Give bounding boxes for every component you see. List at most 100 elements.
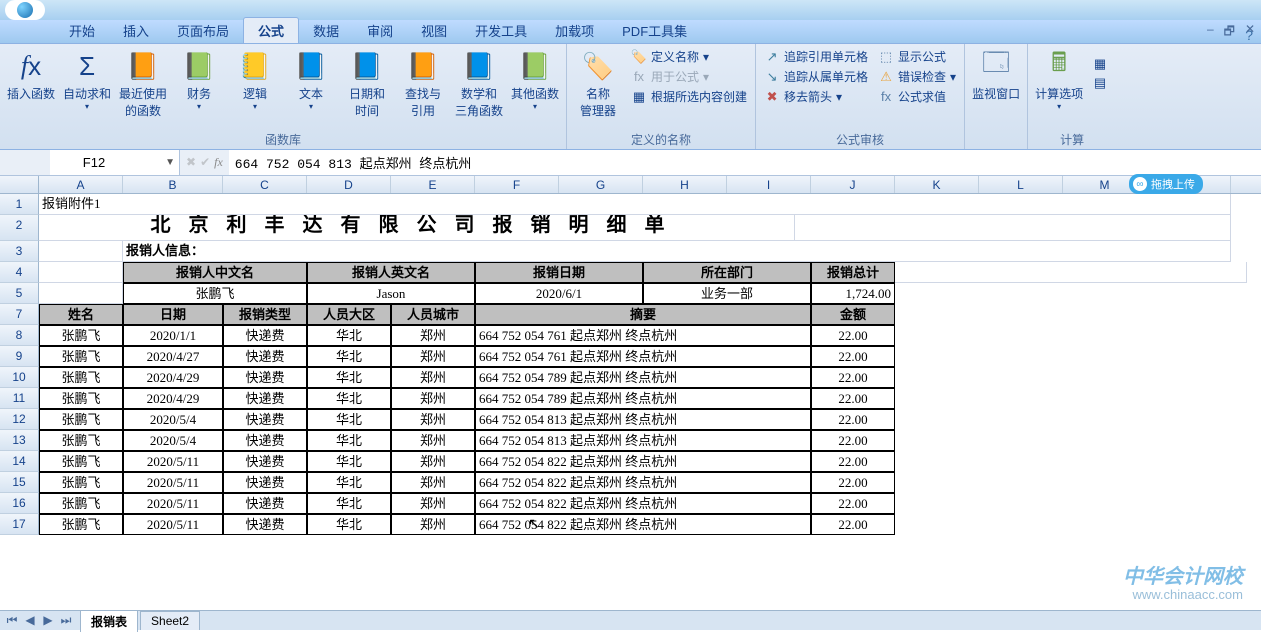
cell[interactable]: 华北	[307, 514, 391, 535]
name-manager-button[interactable]: 🏷️名称 管理器	[571, 47, 625, 121]
cell[interactable]: 22.00	[811, 409, 895, 430]
row-header-1[interactable]: 1	[0, 194, 39, 215]
cell[interactable]: 2020/5/4	[123, 409, 223, 430]
cell[interactable]: 张鹏飞	[39, 367, 123, 388]
cell[interactable]: 报销人中文名	[123, 262, 307, 283]
cell[interactable]: 2020/1/1	[123, 325, 223, 346]
tab-layout[interactable]: 页面布局	[163, 18, 243, 43]
sheet-nav-next[interactable]: ▶	[40, 613, 56, 628]
cell[interactable]: 664 752 054 822 起点郑州 终点杭州	[475, 472, 811, 493]
financial-button[interactable]: 📗财务▾	[172, 47, 226, 113]
tab-data[interactable]: 数据	[299, 18, 353, 43]
cell[interactable]: 2020/5/4	[123, 430, 223, 451]
cell[interactable]: 快递费	[223, 409, 307, 430]
cell[interactable]: 张鹏飞	[123, 283, 307, 304]
cell[interactable]: 华北	[307, 325, 391, 346]
cells-area[interactable]: 报销附件1北京利丰达有限公司报销明细单报销人信息：报销人中文名报销人英文名报销日…	[39, 194, 1261, 535]
col-header-B[interactable]: B	[123, 176, 223, 193]
cell[interactable]: 北京利丰达有限公司报销明细单	[39, 215, 795, 241]
cell[interactable]: 张鹏飞	[39, 346, 123, 367]
cell[interactable]: 摘要	[475, 304, 811, 325]
cell[interactable]: 664 752 054 822 起点郑州 终点杭州	[475, 493, 811, 514]
cell[interactable]: 快递费	[223, 388, 307, 409]
cell[interactable]: 22.00	[811, 325, 895, 346]
office-orb[interactable]	[5, 0, 45, 20]
text-button[interactable]: 📘文本▾	[284, 47, 338, 113]
cell[interactable]: 664 752 054 813 起点郑州 终点杭州	[475, 409, 811, 430]
cell[interactable]: 华北	[307, 409, 391, 430]
cell[interactable]: 22.00	[811, 430, 895, 451]
cell[interactable]: 快递费	[223, 430, 307, 451]
cell[interactable]: Jason	[307, 283, 475, 304]
cell[interactable]: 金额	[811, 304, 895, 325]
cell[interactable]: 日期	[123, 304, 223, 325]
tab-review[interactable]: 审阅	[353, 18, 407, 43]
cell[interactable]: 张鹏飞	[39, 409, 123, 430]
cell[interactable]: 快递费	[223, 493, 307, 514]
col-header-A[interactable]: A	[39, 176, 123, 193]
col-header-K[interactable]: K	[895, 176, 979, 193]
cell[interactable]: 报销日期	[475, 262, 643, 283]
col-header-I[interactable]: I	[727, 176, 811, 193]
error-check-button[interactable]: ⚠错误检查 ▾	[874, 67, 960, 86]
cell[interactable]: 2020/5/11	[123, 472, 223, 493]
cell[interactable]: 664 752 054 789 起点郑州 终点杭州	[475, 388, 811, 409]
cell[interactable]: 华北	[307, 430, 391, 451]
sheet-nav-first[interactable]: ⏮	[4, 613, 20, 628]
autosum-button[interactable]: Σ自动求和▾	[60, 47, 114, 113]
cell[interactable]: 报销类型	[223, 304, 307, 325]
sheet-tab-1[interactable]: 报销表	[80, 610, 138, 632]
cell[interactable]: 22.00	[811, 514, 895, 535]
cell[interactable]: 华北	[307, 472, 391, 493]
cell[interactable]: 快递费	[223, 346, 307, 367]
watch-window-button[interactable]: 🗔监视窗口	[969, 47, 1023, 104]
row-header-3[interactable]: 3	[0, 241, 39, 262]
name-box-wrap[interactable]: ▼	[50, 150, 180, 175]
col-header-D[interactable]: D	[307, 176, 391, 193]
cell[interactable]: 22.00	[811, 493, 895, 514]
cell[interactable]: 郑州	[391, 325, 475, 346]
sheet-nav-last[interactable]: ⏭	[58, 613, 74, 628]
cell[interactable]: 22.00	[811, 451, 895, 472]
cell[interactable]: 快递费	[223, 325, 307, 346]
cell[interactable]: 快递费	[223, 451, 307, 472]
cell[interactable]: 22.00	[811, 367, 895, 388]
cell[interactable]: 郑州	[391, 472, 475, 493]
cell[interactable]: 664 752 054 761 起点郑州 终点杭州	[475, 346, 811, 367]
chevron-down-icon[interactable]: ▼	[165, 157, 175, 168]
lookup-button[interactable]: 📙查找与 引用	[396, 47, 450, 121]
datetime-button[interactable]: 📘日期和 时间	[340, 47, 394, 121]
row-header-9[interactable]: 9	[0, 346, 39, 367]
evaluate-formula-button[interactable]: fx公式求值	[874, 87, 960, 106]
calc-now-button[interactable]: ▦	[1088, 55, 1112, 73]
cancel-icon[interactable]: ✖	[186, 155, 196, 170]
math-button[interactable]: 📘数学和 三角函数	[452, 47, 506, 121]
cell[interactable]: 报销总计	[811, 262, 895, 283]
cell[interactable]: 姓名	[39, 304, 123, 325]
trace-precedents-button[interactable]: ↗追踪引用单元格	[760, 47, 872, 66]
cell[interactable]	[795, 215, 1231, 241]
col-header-L[interactable]: L	[979, 176, 1063, 193]
cell[interactable]: 张鹏飞	[39, 430, 123, 451]
insert-function-button[interactable]: fx插入函数	[4, 47, 58, 104]
row-header-7[interactable]: 7	[0, 304, 39, 325]
cell[interactable]: 张鹏飞	[39, 451, 123, 472]
cell[interactable]: 报销附件1	[39, 194, 1231, 215]
sheet-tab-2[interactable]: Sheet2	[140, 611, 200, 630]
row-header-15[interactable]: 15	[0, 472, 39, 493]
cell[interactable]: 华北	[307, 346, 391, 367]
cell[interactable]: 快递费	[223, 367, 307, 388]
cell[interactable]: 华北	[307, 367, 391, 388]
cell[interactable]: 快递费	[223, 514, 307, 535]
tab-view[interactable]: 视图	[407, 18, 461, 43]
cell[interactable]: 华北	[307, 451, 391, 472]
cell[interactable]: 郑州	[391, 451, 475, 472]
cell[interactable]: 664 752 054 822 起点郑州 终点杭州	[475, 514, 811, 535]
cell[interactable]: 快递费	[223, 472, 307, 493]
cell[interactable]: 2020/6/1	[475, 283, 643, 304]
cell[interactable]: 664 752 054 813 起点郑州 终点杭州	[475, 430, 811, 451]
row-header-12[interactable]: 12	[0, 409, 39, 430]
cell[interactable]: 664 752 054 761 起点郑州 终点杭州	[475, 325, 811, 346]
cell[interactable]	[39, 262, 123, 283]
row-header-14[interactable]: 14	[0, 451, 39, 472]
